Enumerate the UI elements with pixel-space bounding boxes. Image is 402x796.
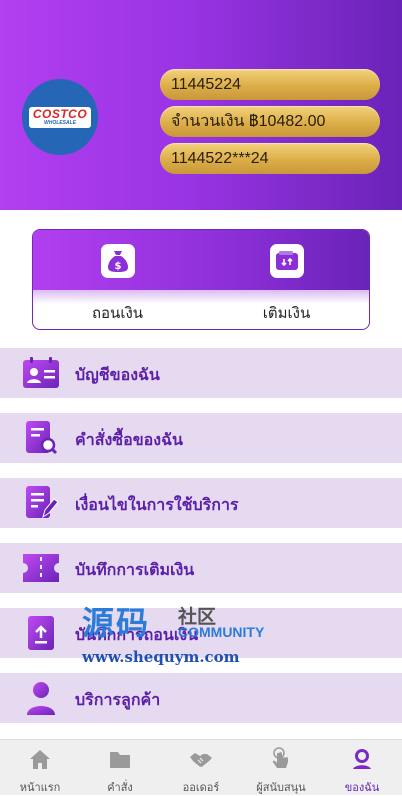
order-search-icon [22, 421, 60, 455]
money-bag-icon: $ [101, 244, 135, 278]
customer-service-icon [22, 681, 60, 715]
withdraw-button[interactable]: $ ถอนเงิน [33, 230, 202, 329]
id-card-icon [22, 356, 60, 390]
store-logo: COSTCO WHOLESALE [22, 79, 98, 155]
menu-item-topup-history[interactable]: บันทึกการเติมเงิน [0, 543, 402, 593]
pointer-hand-icon [272, 747, 288, 768]
menu-item-my-account[interactable]: บัญชีของฉัน [0, 348, 402, 398]
menu-label: บริการลูกค้า [75, 690, 161, 709]
profile-header: COSTCO WHOLESALE 11445224 จำนวนเงิน ฿104… [0, 0, 402, 210]
tab-order-list[interactable]: ออเดอร์ [161, 740, 241, 796]
folder-icon [110, 752, 130, 768]
topup-button[interactable]: เติมเงิน [202, 230, 369, 329]
wallet-icon [270, 244, 304, 278]
handshake-icon [190, 753, 212, 767]
topup-label: เติมเงิน [262, 304, 311, 322]
balance-pill: จำนวนเงิน ฿10482.00 [160, 106, 380, 137]
logo-brand: COSTCO [32, 106, 88, 121]
menu-label: คำสั่งซื้อของฉัน [75, 430, 183, 449]
logo-mark: COSTCO WHOLESALE [28, 106, 92, 128]
tab-label: ผู้สนับสนุน [256, 781, 306, 794]
bottom-tab-bar: หน้าแรก คำสั่ง ออเดอร์ ผู้สนับสนุน ของฉั… [0, 739, 402, 795]
menu-item-customer-service[interactable]: บริการลูกค้า [0, 673, 402, 723]
tab-orders[interactable]: คำสั่ง [80, 740, 160, 796]
tab-label: หน้าแรก [19, 781, 61, 794]
menu-item-withdraw-history[interactable]: บันทึกการถอนเงิน [0, 608, 402, 658]
tab-label: ออเดอร์ [182, 781, 220, 794]
terms-edit-icon [22, 486, 60, 520]
tab-label: คำสั่ง [107, 781, 133, 794]
menu-item-terms[interactable]: เงื่อนไขในการใช้บริการ [0, 478, 402, 528]
tab-sponsor[interactable]: ผู้สนับสนุน [241, 740, 321, 796]
menu-label: เงื่อนไขในการใช้บริการ [75, 495, 239, 514]
svg-text:$: $ [115, 261, 122, 272]
masked-id-pill: 1144522***24 [160, 143, 380, 174]
withdraw-label: ถอนเงิน [91, 304, 144, 322]
wallet-actions-card: $ ถอนเงิน เติมเงิน [32, 229, 370, 330]
account-id-pill: 11445224 [160, 69, 380, 100]
tab-label: ของฉัน [344, 781, 380, 794]
menu-label: บัญชีของฉัน [75, 365, 160, 384]
user-icon [353, 749, 371, 769]
menu-item-my-orders[interactable]: คำสั่งซื้อของฉัน [0, 413, 402, 463]
home-icon [30, 750, 50, 769]
tab-mine[interactable]: ของฉัน [322, 740, 402, 796]
menu-label: บันทึกการถอนเงิน [75, 625, 199, 644]
upload-icon [22, 616, 60, 650]
tab-home[interactable]: หน้าแรก [0, 740, 80, 796]
ticket-icon [22, 551, 60, 585]
logo-sub: WHOLESALE [44, 119, 76, 126]
menu-label: บันทึกการเติมเงิน [75, 560, 195, 579]
